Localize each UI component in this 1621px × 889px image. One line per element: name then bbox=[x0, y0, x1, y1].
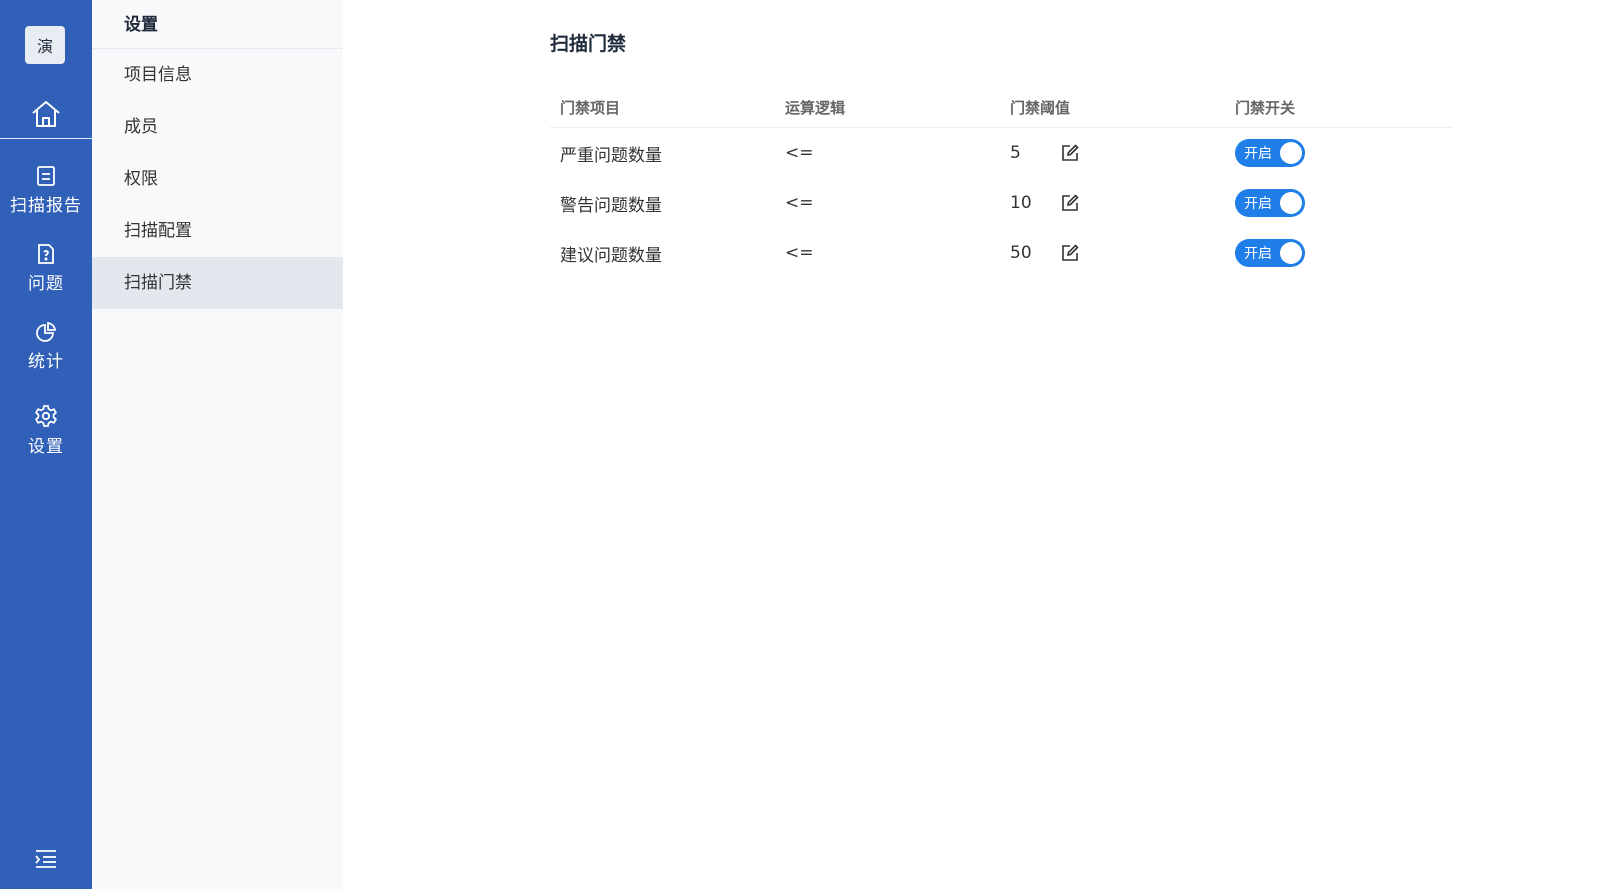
gate-switch-toggle[interactable]: 开启 bbox=[1235, 189, 1305, 217]
main-content: 扫描门禁 门禁项目 运算逻辑 门禁阈值 门禁开关 严重问题数量 <= 5 开启 … bbox=[343, 0, 1621, 889]
gate-threshold-cell: 5 bbox=[1000, 143, 1225, 163]
rail-item-scan-report[interactable]: 扫描报告 bbox=[0, 160, 92, 220]
rail-item-label: 问题 bbox=[28, 273, 64, 294]
table-row: 严重问题数量 <= 5 开启 bbox=[550, 128, 1452, 178]
edit-threshold-button[interactable] bbox=[1060, 193, 1080, 213]
gate-table: 门禁项目 运算逻辑 门禁阈值 门禁开关 严重问题数量 <= 5 开启 警告问题数… bbox=[550, 88, 1452, 278]
table-header: 门禁项目 运算逻辑 门禁阈值 门禁开关 bbox=[550, 88, 1452, 128]
table-row: 警告问题数量 <= 10 开启 bbox=[550, 178, 1452, 228]
home-icon bbox=[32, 101, 60, 127]
menu-collapse-icon bbox=[35, 850, 56, 868]
rail-item-stats[interactable]: 统计 bbox=[0, 316, 92, 376]
column-header: 门禁项目 bbox=[560, 99, 621, 117]
gate-switch-cell: 开启 bbox=[1225, 139, 1452, 167]
gate-threshold-cell: 50 bbox=[1000, 243, 1225, 263]
home-button[interactable] bbox=[0, 90, 92, 138]
gate-logic: <= bbox=[785, 243, 814, 263]
table-row: 建议问题数量 <= 50 开启 bbox=[550, 228, 1452, 278]
column-header: 门禁阈值 bbox=[1010, 99, 1071, 117]
rail-item-label: 设置 bbox=[28, 436, 64, 457]
edit-icon bbox=[1062, 244, 1079, 261]
edit-threshold-button[interactable] bbox=[1060, 143, 1080, 163]
toggle-label: 开启 bbox=[1244, 196, 1272, 212]
gate-threshold: 10 bbox=[1010, 193, 1032, 213]
project-avatar[interactable]: 演 bbox=[25, 26, 65, 64]
gate-threshold-cell: 10 bbox=[1000, 193, 1225, 213]
gate-item-name: 警告问题数量 bbox=[560, 195, 662, 216]
column-header: 运算逻辑 bbox=[785, 99, 846, 117]
gate-logic: <= bbox=[785, 143, 814, 163]
rail-item-settings[interactable]: 设置 bbox=[0, 400, 92, 460]
page-title: 扫描门禁 bbox=[550, 33, 627, 55]
gear-icon bbox=[35, 404, 57, 427]
rail-divider bbox=[0, 138, 92, 139]
gate-switch-toggle[interactable]: 开启 bbox=[1235, 239, 1305, 267]
icon-rail: 演 扫描报告 问题 统计 设置 bbox=[0, 0, 92, 889]
rail-item-label: 统计 bbox=[28, 351, 64, 372]
column-header: 门禁开关 bbox=[1235, 99, 1296, 117]
gate-switch-cell: 开启 bbox=[1225, 239, 1452, 267]
toggle-knob bbox=[1280, 192, 1302, 214]
gate-threshold: 5 bbox=[1010, 143, 1021, 163]
gate-item-name: 建议问题数量 bbox=[560, 245, 662, 266]
collapse-menu-button[interactable] bbox=[0, 844, 92, 874]
sidebar-item-permissions[interactable]: 权限 bbox=[92, 153, 343, 205]
settings-sidebar: 设置 项目信息 成员 权限 扫描配置 扫描门禁 bbox=[92, 0, 343, 889]
toggle-label: 开启 bbox=[1244, 246, 1272, 262]
toggle-knob bbox=[1280, 142, 1302, 164]
edit-threshold-button[interactable] bbox=[1060, 243, 1080, 263]
sidebar-item-members[interactable]: 成员 bbox=[92, 101, 343, 153]
gate-threshold: 50 bbox=[1010, 243, 1032, 263]
report-icon bbox=[37, 165, 55, 186]
toggle-knob bbox=[1280, 242, 1302, 264]
edit-icon bbox=[1062, 194, 1079, 211]
sidebar-title: 设置 bbox=[92, 0, 343, 49]
issue-doc-icon bbox=[38, 243, 54, 264]
sidebar-item-scan-gate[interactable]: 扫描门禁 bbox=[92, 257, 343, 309]
sidebar-item-scan-config[interactable]: 扫描配置 bbox=[92, 205, 343, 257]
rail-item-label: 扫描报告 bbox=[10, 195, 82, 216]
gate-switch-toggle[interactable]: 开启 bbox=[1235, 139, 1305, 167]
gate-switch-cell: 开启 bbox=[1225, 189, 1452, 217]
gate-logic: <= bbox=[785, 193, 814, 213]
sidebar-item-project-info[interactable]: 项目信息 bbox=[92, 49, 343, 101]
edit-icon bbox=[1062, 144, 1079, 161]
toggle-label: 开启 bbox=[1244, 146, 1272, 162]
gate-item-name: 严重问题数量 bbox=[560, 145, 662, 166]
rail-item-issues[interactable]: 问题 bbox=[0, 238, 92, 298]
pie-chart-icon bbox=[36, 321, 57, 342]
